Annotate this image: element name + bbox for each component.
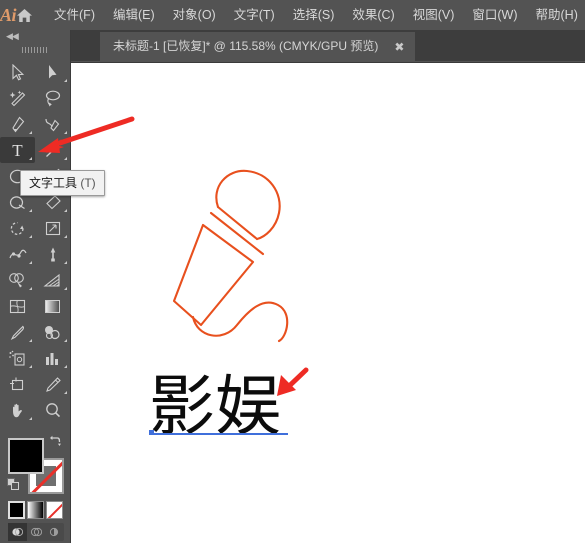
flyout-indicator [64, 235, 67, 238]
drawing-modes [8, 523, 64, 541]
color-swatch-button[interactable] [8, 501, 25, 519]
close-icon[interactable]: ✖ [392, 40, 406, 54]
flyout-indicator [29, 339, 32, 342]
text-anchor-point[interactable] [149, 430, 154, 435]
flyout-indicator [64, 131, 67, 134]
flyout-indicator [64, 365, 67, 368]
flyout-indicator [29, 131, 32, 134]
tool-shape-builder[interactable] [0, 267, 35, 293]
menu-item-help[interactable]: 帮助(H) [527, 0, 585, 30]
tool-tooltip: 文字工具 (T) [20, 170, 105, 196]
artboard-canvas[interactable]: 影娱 [71, 62, 585, 543]
flyout-indicator [29, 235, 32, 238]
flyout-indicator [64, 79, 67, 82]
tool-symbol-sprayer[interactable] [0, 345, 35, 371]
menu-item-edit[interactable]: 编辑(E) [104, 0, 164, 30]
illustrator-window: Ai 文件(F) 编辑(E) 对象(O) 文字(T) 选择(S) 效果(C) 视… [0, 0, 585, 543]
tool-line-segment[interactable] [35, 137, 70, 163]
menu-bar: Ai 文件(F) 编辑(E) 对象(O) 文字(T) 选择(S) 效果(C) 视… [0, 0, 585, 30]
tool-gradient[interactable] [35, 293, 70, 319]
flyout-indicator [29, 287, 32, 290]
document-tab-title: 未标题-1 [已恢复]* @ 115.58% (CMYK/GPU 预览) [113, 39, 379, 53]
drag-handle-dots [22, 47, 48, 53]
flyout-indicator [64, 287, 67, 290]
tool-lasso[interactable] [35, 85, 70, 111]
text-baseline [150, 433, 288, 435]
document-tab-bar: 未标题-1 [已恢复]* @ 115.58% (CMYK/GPU 预览) ✖ [70, 30, 585, 61]
default-fill-stroke-icon[interactable] [7, 478, 20, 491]
draw-behind-button[interactable] [27, 523, 46, 541]
flyout-indicator [64, 157, 67, 160]
tool-eyedropper[interactable] [0, 319, 35, 345]
artboard-top-edge [71, 62, 585, 63]
tooltip-shortcut: (T) [80, 176, 96, 190]
microphone-illustration[interactable] [171, 165, 306, 355]
type-tool-glyph: T [12, 140, 23, 160]
tool-width[interactable] [0, 241, 35, 267]
draw-inside-button[interactable] [45, 523, 64, 541]
flyout-indicator [64, 339, 67, 342]
tool-selection[interactable] [0, 59, 35, 85]
tool-mesh[interactable] [0, 293, 35, 319]
tool-type[interactable]: T [0, 137, 35, 163]
swap-fill-stroke-icon[interactable] [48, 434, 62, 448]
none-swatch-button[interactable] [46, 501, 63, 519]
menu-item-effect[interactable]: 效果(C) [343, 0, 403, 30]
collapse-panel-icon[interactable]: ◀◀ [0, 30, 70, 43]
menu-item-view[interactable]: 视图(V) [404, 0, 464, 30]
color-controls [0, 404, 70, 543]
tool-direct-selection[interactable] [35, 59, 70, 85]
headline-text[interactable]: 影娱 [149, 374, 281, 440]
menu-item-select[interactable]: 选择(S) [284, 0, 344, 30]
tool-column-graph[interactable] [35, 345, 70, 371]
tools-panel: ◀◀ T [0, 30, 71, 543]
menu-item-list: 文件(F) 编辑(E) 对象(O) 文字(T) 选择(S) 效果(C) 视图(V… [45, 0, 585, 30]
tool-scale[interactable] [35, 215, 70, 241]
app-logo: Ai [0, 4, 17, 25]
tool-magic-wand[interactable] [0, 85, 35, 111]
flyout-indicator [29, 365, 32, 368]
tool-free-transform[interactable] [35, 241, 70, 267]
tool-slice[interactable] [35, 371, 70, 397]
gradient-swatch-button[interactable] [27, 501, 44, 519]
flyout-indicator [64, 391, 67, 394]
flyout-indicator [29, 209, 32, 212]
tool-curvature[interactable] [35, 111, 70, 137]
tool-artboard[interactable] [0, 371, 35, 397]
mini-swatch-row [8, 501, 64, 521]
menu-item-window[interactable]: 窗口(W) [463, 0, 526, 30]
tool-rotate[interactable] [0, 215, 35, 241]
flyout-indicator [64, 209, 67, 212]
fill-color-swatch[interactable] [8, 438, 44, 474]
flyout-indicator [29, 157, 32, 160]
home-icon[interactable] [16, 0, 33, 30]
menu-item-object[interactable]: 对象(O) [164, 0, 225, 30]
tool-grid: T [0, 57, 70, 423]
flyout-indicator [64, 261, 67, 264]
tool-perspective-grid[interactable] [35, 267, 70, 293]
menu-item-type[interactable]: 文字(T) [225, 0, 284, 30]
document-tab[interactable]: 未标题-1 [已恢复]* @ 115.58% (CMYK/GPU 预览) ✖ [100, 32, 416, 61]
tool-blend[interactable] [35, 319, 70, 345]
flyout-indicator [29, 261, 32, 264]
tooltip-label: 文字工具 [29, 176, 78, 190]
panel-drag-handle[interactable] [0, 43, 70, 57]
tool-pen[interactable] [0, 111, 35, 137]
menu-item-file[interactable]: 文件(F) [45, 0, 104, 30]
draw-normal-button[interactable] [8, 523, 27, 541]
